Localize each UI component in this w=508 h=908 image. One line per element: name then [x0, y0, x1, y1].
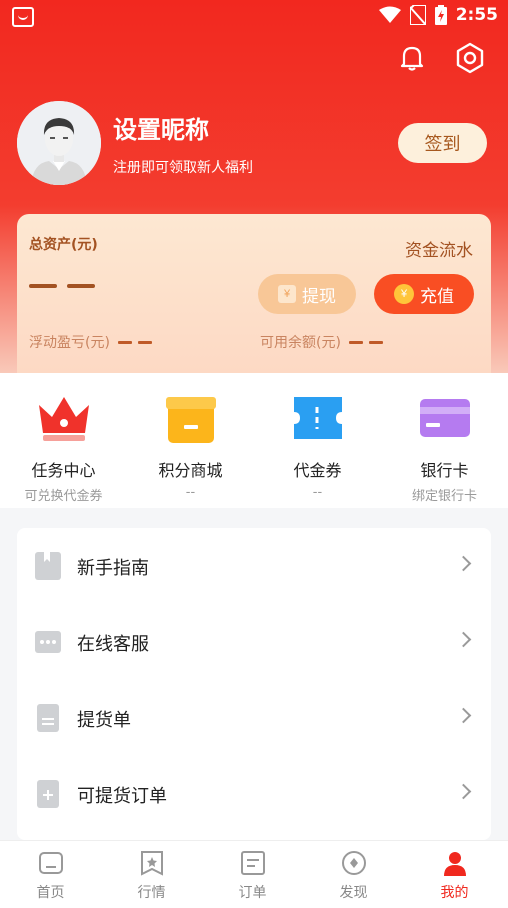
bank-card-icon — [416, 393, 474, 443]
menu-item-deliverable-orders[interactable]: 可提货订单 — [17, 756, 491, 832]
nickname[interactable]: 设置昵称 — [113, 110, 209, 145]
quick-item-bank-card[interactable]: 银行卡 绑定银行卡 — [381, 393, 508, 504]
menu-item-online-service[interactable]: 在线客服 — [17, 604, 491, 680]
quick-item-points-mall[interactable]: 积分商城 -- — [127, 393, 254, 500]
menu-item-label: 在线客服 — [77, 634, 149, 655]
quick-item-title: 任务中心 — [31, 461, 96, 480]
coin-icon: ¥ — [394, 284, 414, 304]
tab-label: 订单 — [238, 885, 267, 901]
menu-item-label: 可提货订单 — [77, 786, 167, 807]
quick-item-subtitle: -- — [312, 485, 323, 500]
quick-item-title: 积分商城 — [158, 461, 223, 480]
chevron-right-icon — [455, 707, 472, 724]
quick-menu: 任务中心 可兑换代金券 积分商城 -- 代金券 -- 银行卡 绑定银行卡 — [0, 373, 508, 508]
recharge-label: 充值 — [420, 286, 454, 306]
notification-bell-icon[interactable] — [396, 42, 428, 74]
floating-pl-label: 浮动盈亏(元) — [29, 335, 110, 351]
document-icon — [37, 704, 59, 732]
register-benefit-text: 注册即可领取新人福利 — [113, 160, 253, 176]
floating-pl-value — [117, 340, 152, 344]
home-icon — [37, 849, 65, 877]
settings-gear-icon[interactable] — [454, 42, 486, 74]
tab-discover[interactable]: 发现 — [303, 849, 404, 902]
tab-label: 首页 — [36, 885, 65, 901]
tab-market[interactable]: 行情 — [101, 849, 202, 902]
quick-item-subtitle: 绑定银行卡 — [411, 489, 477, 504]
sign-in-button[interactable]: 签到 — [398, 123, 487, 163]
wifi-icon — [378, 6, 401, 23]
withdraw-button[interactable]: ¥ 提现 — [258, 274, 356, 314]
yen-icon: ¥ — [278, 285, 296, 303]
compass-icon — [340, 849, 368, 877]
menu-list: 新手指南 在线客服 提货单 可提货订单 — [17, 528, 491, 840]
app-notification-icon — [12, 7, 34, 27]
total-assets-label: 总资产(元) — [29, 237, 98, 253]
fund-flow-link[interactable]: 资金流水 — [405, 236, 473, 261]
tab-label: 发现 — [339, 885, 368, 901]
chevron-right-icon — [455, 783, 472, 800]
quick-item-coupon[interactable]: 代金券 -- — [254, 393, 381, 500]
withdraw-label: 提现 — [302, 286, 336, 306]
star-flag-icon — [138, 849, 166, 877]
menu-item-beginner-guide[interactable]: 新手指南 — [17, 528, 491, 604]
no-sim-icon — [409, 5, 426, 25]
gift-icon — [162, 393, 220, 443]
chevron-right-icon — [455, 555, 472, 572]
avatar[interactable] — [17, 101, 101, 185]
recharge-button[interactable]: ¥ 充值 — [374, 274, 474, 314]
available-balance-label: 可用余额(元) — [260, 335, 341, 351]
user-icon — [441, 849, 469, 877]
battery-icon — [434, 5, 447, 25]
bookmark-icon — [35, 552, 61, 580]
chevron-right-icon — [455, 631, 472, 648]
tab-mine[interactable]: 我的 — [404, 849, 505, 902]
tab-orders[interactable]: 订单 — [202, 849, 303, 902]
crown-icon — [35, 393, 93, 443]
asset-card: 总资产(元) 资金流水 ¥ 提现 ¥ 充值 浮动盈亏(元) 可用余额(元) — [17, 214, 491, 373]
status-bar: 2:55 — [0, 0, 508, 36]
tab-label: 行情 — [137, 885, 166, 901]
quick-item-task-center[interactable]: 任务中心 可兑换代金券 — [0, 393, 127, 504]
available-balance-value — [348, 340, 383, 344]
coupon-icon — [289, 393, 347, 443]
order-icon — [239, 849, 267, 877]
menu-item-delivery-note[interactable]: 提货单 — [17, 680, 491, 756]
quick-item-title: 代金券 — [293, 461, 342, 480]
menu-item-label: 提货单 — [77, 710, 131, 731]
quick-item-title: 银行卡 — [420, 461, 469, 480]
add-document-icon — [37, 780, 59, 808]
status-time: 2:55 — [455, 5, 498, 25]
chat-icon — [35, 631, 61, 653]
floating-pl: 浮动盈亏(元) — [29, 332, 152, 352]
available-balance: 可用余额(元) — [260, 332, 383, 352]
quick-item-subtitle: -- — [185, 485, 196, 500]
tab-home[interactable]: 首页 — [0, 849, 101, 902]
tab-label: 我的 — [440, 885, 469, 901]
total-assets-value — [29, 284, 95, 288]
menu-item-label: 新手指南 — [77, 558, 149, 579]
bottom-tab-bar: 首页 行情 订单 发现 我的 — [0, 840, 508, 908]
quick-item-subtitle: 可兑换代金券 — [24, 489, 103, 504]
